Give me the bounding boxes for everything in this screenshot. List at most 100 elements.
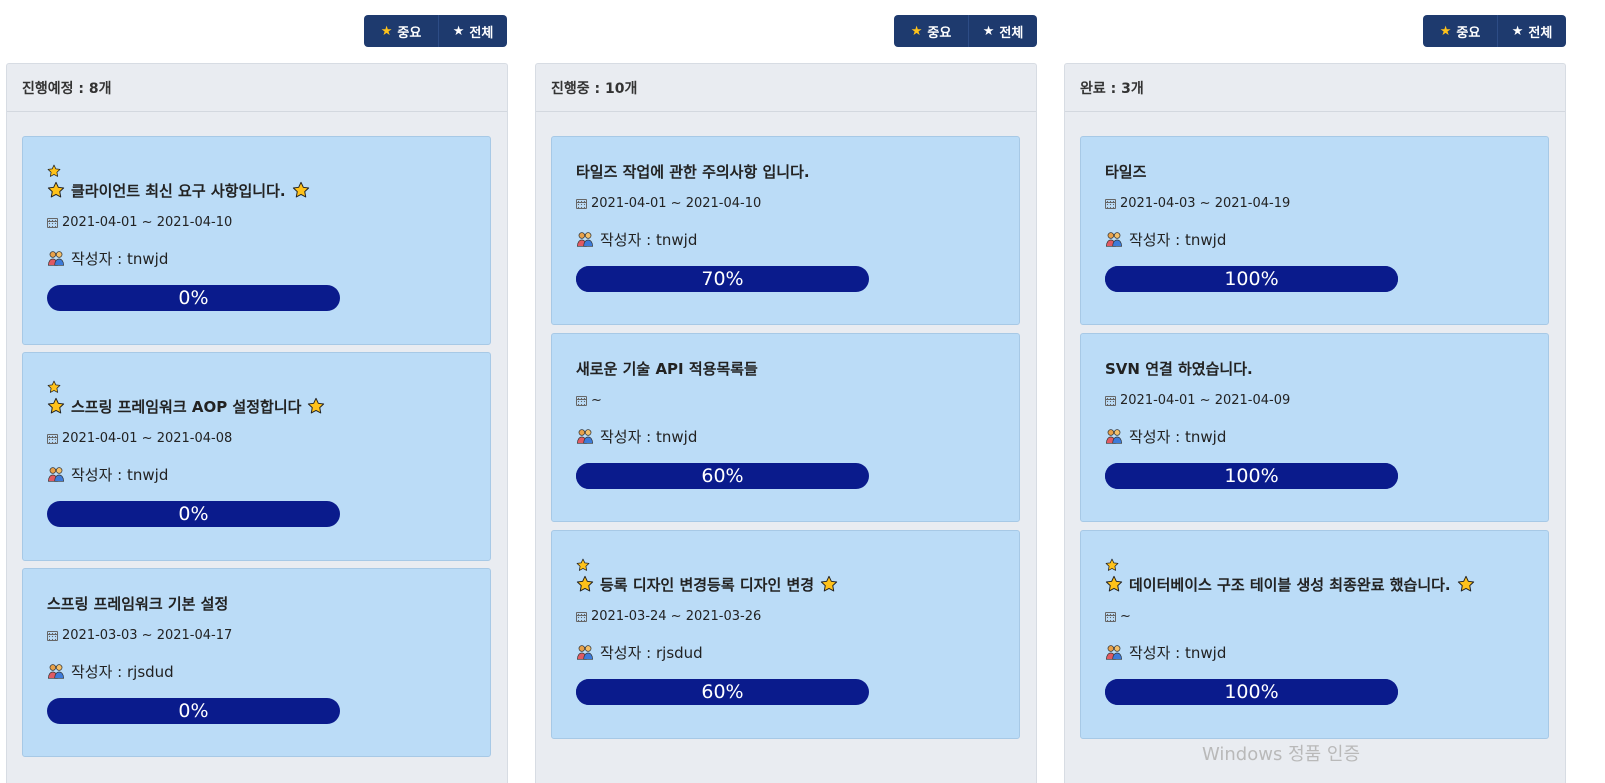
star-icon: ★ [452,23,465,39]
calendar-icon [576,611,587,622]
date-range: 2021-04-01 ~ 2021-04-10 [62,215,233,230]
progress-bar: 70% [576,266,869,292]
task-card[interactable]: 타일즈 2021-04-03 ~ 2021-04-19 작성자 : tnwjd … [1080,136,1549,325]
author-text: 작성자 : tnwjd [1129,428,1227,446]
author-text: 작성자 : rjsdud [71,663,174,681]
progress-label: 60% [701,681,744,703]
column-header: 진행중 : 10개 [536,64,1036,112]
all-filter-button[interactable]: ★ 전체 [438,15,507,47]
important-star-icon [576,557,590,571]
task-author: 작성자 : tnwjd [47,248,168,269]
star-icon [292,181,310,199]
task-title: 타일즈 [1105,161,1538,181]
important-label: 중요 [397,25,422,41]
star-icon: ★ [982,23,995,39]
people-icon [1105,428,1123,446]
task-card[interactable]: SVN 연결 하였습니다. 2021-04-01 ~ 2021-04-09 작성… [1080,333,1549,522]
calendar-icon [47,217,58,228]
star-icon: ★ [1439,23,1452,39]
important-label: 중요 [1456,25,1481,41]
column-header: 진행예정 : 8개 [7,64,507,112]
task-title-text: 스프링 프레임워크 AOP 설정합니다 [71,397,302,416]
important-filter-button[interactable]: ★ 중요 [364,15,438,47]
task-author: 작성자 : tnwjd [576,229,697,250]
all-label: 전체 [999,25,1024,41]
calendar-icon [47,433,58,444]
task-title-text: 타일즈 작업에 관한 주의사항 입니다. [576,162,810,181]
calendar-icon [576,395,587,406]
important-star-icon [47,379,61,393]
date-range: 2021-03-24 ~ 2021-03-26 [591,609,762,624]
filter-button-group: ★ 중요 ★ 전체 [364,15,507,47]
filter-button-group: ★ 중요 ★ 전체 [894,15,1037,47]
star-icon: ★ [910,23,923,39]
windows-activation-watermark: Windows 정품 인증 [1202,744,1361,765]
task-date: 2021-04-01 ~ 2021-04-08 [47,431,232,446]
calendar-icon [1105,611,1116,622]
task-card[interactable]: 데이터베이스 구조 테이블 생성 최종완료 했습니다. ~ 작성자 : tnwj… [1080,530,1549,739]
task-author: 작성자 : tnwjd [1105,229,1226,250]
task-card[interactable]: 새로운 기술 API 적용목록들 ~ 작성자 : tnwjd 60% [551,333,1020,522]
progress-label: 0% [178,503,209,525]
people-icon [1105,644,1123,662]
task-date: 2021-04-01 ~ 2021-04-10 [47,215,232,230]
task-date: 2021-04-01 ~ 2021-04-09 [1105,393,1290,408]
calendar-icon [47,630,58,641]
progress-label: 60% [701,465,744,487]
status-column: 진행중 : 10개타일즈 작업에 관한 주의사항 입니다. 2021-04-01… [535,63,1037,783]
all-filter-button[interactable]: ★ 전체 [968,15,1037,47]
calendar-icon [1105,198,1116,209]
progress-label: 100% [1224,268,1279,290]
progress-bar: 0% [47,698,340,724]
important-filter-button[interactable]: ★ 중요 [1423,15,1497,47]
task-author: 작성자 : tnwjd [1105,642,1226,663]
task-title-text: 등록 디자인 변경등록 디자인 변경 [600,575,815,594]
task-date: ~ [1105,609,1131,624]
date-range: 2021-04-01 ~ 2021-04-10 [591,196,762,211]
people-icon [1105,231,1123,249]
author-text: 작성자 : tnwjd [600,428,698,446]
author-text: 작성자 : tnwjd [71,466,169,484]
all-filter-button[interactable]: ★ 전체 [1497,15,1566,47]
star-icon [307,397,325,415]
status-column: 진행예정 : 8개클라이언트 최신 요구 사항입니다. 2021-04-01 ~… [6,63,508,783]
date-range: 2021-03-03 ~ 2021-04-17 [62,628,233,643]
progress-bar: 100% [1105,679,1398,705]
progress-bar: 60% [576,463,869,489]
date-range: 2021-04-03 ~ 2021-04-19 [1120,196,1291,211]
task-title-text: SVN 연결 하였습니다. [1105,359,1253,378]
filter-button-group: ★ 중요 ★ 전체 [1423,15,1566,47]
date-range: ~ [1120,609,1131,624]
task-card[interactable]: 등록 디자인 변경등록 디자인 변경 2021-03-24 ~ 2021-03-… [551,530,1020,739]
star-icon [1457,575,1475,593]
star-icon [576,575,594,593]
star-icon [1105,575,1123,593]
people-icon [47,250,65,268]
author-text: 작성자 : tnwjd [600,231,698,249]
progress-label: 100% [1224,465,1279,487]
task-title-text: 스프링 프레임워크 기본 설정 [47,594,229,613]
task-title: 새로운 기술 API 적용목록들 [576,358,1009,378]
important-filter-button[interactable]: ★ 중요 [894,15,968,47]
task-card[interactable]: 클라이언트 최신 요구 사항입니다. 2021-04-01 ~ 2021-04-… [22,136,491,345]
people-icon [576,428,594,446]
task-title-text: 클라이언트 최신 요구 사항입니다. [71,181,286,200]
date-range: 2021-04-01 ~ 2021-04-09 [1120,393,1291,408]
progress-fill [576,266,782,292]
star-icon [47,397,65,415]
progress-bar: 100% [1105,463,1398,489]
people-icon [47,466,65,484]
task-date: 2021-03-24 ~ 2021-03-26 [576,609,761,624]
important-star-icon [1105,557,1119,571]
people-icon [47,663,65,681]
task-card[interactable]: 타일즈 작업에 관한 주의사항 입니다. 2021-04-01 ~ 2021-0… [551,136,1020,325]
task-card[interactable]: 스프링 프레임워크 AOP 설정합니다 2021-04-01 ~ 2021-04… [22,352,491,561]
date-range: 2021-04-01 ~ 2021-04-08 [62,431,233,446]
important-star-icon [47,163,61,177]
progress-bar: 0% [47,501,340,527]
status-column: 완료 : 3개 타일즈 2021-04-03 ~ 2021-04-19 작성자 :… [1064,63,1566,783]
task-title-text: 새로운 기술 API 적용목록들 [576,359,758,378]
task-card[interactable]: 스프링 프레임워크 기본 설정 2021-03-03 ~ 2021-04-17 … [22,568,491,757]
task-title: 데이터베이스 구조 테이블 생성 최종완료 했습니다. [1105,574,1538,594]
people-icon [576,231,594,249]
